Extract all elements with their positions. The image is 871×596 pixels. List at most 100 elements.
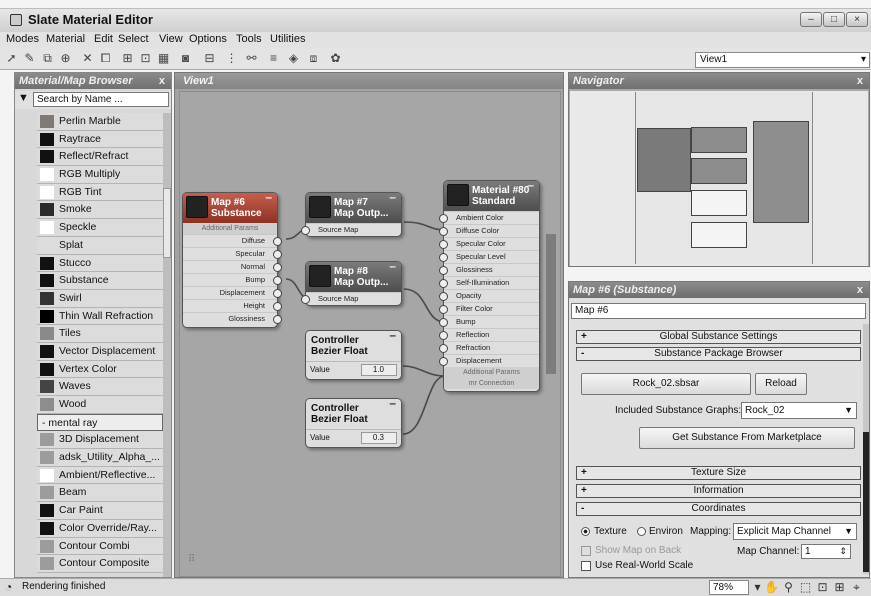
rollout-global-settings[interactable]: + Global Substance Settings [576,330,861,344]
menu-material[interactable]: Material [46,33,85,45]
browser-item[interactable]: Substance [37,272,163,290]
view-select[interactable]: View1 ▾ [695,52,870,68]
assign-material-icon[interactable]: ⊕ [58,51,73,66]
environ-radio[interactable] [637,527,646,536]
browser-item[interactable]: Beam [37,484,163,503]
reload-button[interactable]: Reload [755,373,807,395]
lay-out-icon[interactable]: ⋮ [224,51,239,66]
browser-item[interactable]: Contour Combi [37,537,163,556]
menu-tools[interactable]: Tools [236,33,262,45]
browser-item[interactable]: RGB Tint [37,183,163,202]
node-minimize-button[interactable]: – [389,191,396,203]
browser-item[interactable]: 3D Displacement [37,431,163,450]
zoom-extents-selected-icon[interactable]: ⊞ [832,580,847,595]
menu-view[interactable]: View [159,33,183,45]
real-world-checkbox[interactable] [581,561,591,571]
zoom-field[interactable]: 78% [709,580,749,595]
browser-item[interactable]: Tiles [37,325,163,343]
slot-height[interactable]: Height [183,299,282,312]
mapping-select[interactable]: Explicit Map Channel ▼ [733,523,857,540]
view1-tab[interactable]: View1 [175,73,563,89]
node-mr-connection[interactable]: mr Connection [444,378,539,389]
node-material80[interactable]: Material #80 Standard – Ambient Color Di… [439,179,540,392]
slot-bump[interactable]: Bump [439,315,539,328]
node-map8[interactable]: Map #8 Map Outp... – Source Map [301,260,402,306]
browser-item[interactable]: Swirl [37,289,163,308]
browser-close-button[interactable]: x [159,73,165,89]
pan-hand-icon[interactable]: ✋ [764,580,779,595]
value-spinner[interactable]: 0.3 [361,432,397,444]
show-map-icon[interactable]: ◙ [178,51,193,66]
search-options-icon[interactable]: ▼ [18,92,29,104]
rollout-texture-size[interactable]: + Texture Size [576,466,861,480]
node-map7[interactable]: Map #7 Map Outp... – Source Map [301,191,402,237]
slot-diffuse[interactable]: Diffuse [183,234,282,247]
node-minimize-button[interactable]: – [389,329,396,341]
node-minimize-button[interactable]: – [265,191,272,203]
select-by-material-icon[interactable]: ◈ [286,51,301,66]
hide-icon[interactable]: ▦ [156,51,171,66]
search-input[interactable]: Search by Name ... [33,92,169,107]
parameter-editor-icon[interactable]: ≡ [266,51,281,66]
browser-item[interactable]: Contour Composite [37,555,163,573]
minimize-button[interactable]: – [800,12,822,27]
zoom-region-icon[interactable]: ⬚ [798,580,813,595]
slot-self-illumination[interactable]: Self-Illumination [439,276,539,289]
browser-item[interactable]: Raytrace [37,130,163,149]
node-pan-icon[interactable]: ⧈ [306,51,321,66]
close-button[interactable]: × [846,12,868,27]
navigator-viewport-frame[interactable] [635,92,813,264]
browser-item[interactable]: Color Override/Ray... [37,519,163,538]
select-arrow-icon[interactable]: ➚ [4,51,19,66]
slot-displacement[interactable]: Displacement [183,286,282,299]
delete-icon[interactable]: ✕ [80,51,95,66]
menu-utilities[interactable]: Utilities [270,33,305,45]
background-icon[interactable]: ⊟ [202,51,217,66]
browser-item[interactable]: Thin Wall Refraction [37,307,163,326]
browser-item[interactable]: Reflect/Refract [37,148,163,167]
slot-diffuse-color[interactable]: Diffuse Color [439,224,539,237]
node-additional-params[interactable]: Additional Params [444,367,539,378]
put-material-icon[interactable]: ⧉ [40,51,55,66]
slot-specular-color[interactable]: Specular Color [439,237,539,250]
slot-filter-color[interactable]: Filter Color [439,302,539,315]
browser-item[interactable]: Splat [37,236,163,255]
zoom-icon[interactable]: ⚲ [781,580,796,595]
node-map6-substance[interactable]: Map #6 Substance – Additional Params Dif… [182,191,282,328]
node-minimize-button[interactable]: – [389,397,396,409]
browser-item[interactable]: Waves [37,378,163,396]
value-spinner[interactable]: 1.0 [361,364,397,376]
slot-normal[interactable]: Normal [183,260,282,273]
slot-specular[interactable]: Specular [183,247,282,260]
slot-ambient-color[interactable]: Ambient Color [439,211,539,224]
navigator-view[interactable] [570,91,868,266]
browser-item[interactable]: Smoke [37,201,163,220]
browser-item[interactable]: Vector Displacement [37,342,163,361]
browser-item[interactable]: Stucco [37,254,163,273]
rollout-information[interactable]: + Information [576,484,861,498]
layout-children-icon[interactable]: ⊡ [138,51,153,66]
slot-source-map[interactable]: Source Map [301,292,401,305]
browser-item[interactable]: Perlin Marble [37,113,163,131]
browser-item[interactable]: Vertex Color [37,360,163,379]
node-minimize-button[interactable]: – [389,260,396,272]
move-children-icon[interactable]: ⧠ [98,51,113,66]
zoom-dropdown-icon[interactable]: ▾ [750,580,765,595]
menu-edit[interactable]: Edit [94,33,113,45]
slot-specular-level[interactable]: Specular Level [439,250,539,263]
lay-out-children-icon[interactable]: ⚯ [244,51,259,66]
node-subheader[interactable]: Additional Params [183,223,277,234]
rollout-package-browser[interactable]: - Substance Package Browser [576,347,861,361]
map-name-field[interactable]: Map #6 [571,303,866,319]
slot-bump[interactable]: Bump [183,273,282,286]
show-map-checkbox[interactable] [581,546,591,556]
rollout-coordinates[interactable]: - Coordinates [576,502,861,516]
browser-scrollbar[interactable] [163,113,171,577]
browser-item[interactable]: adsk_Utility_Alpha_... [37,449,163,467]
zoom-extents-icon[interactable]: ⊡ [815,580,830,595]
params-scroll-thumb[interactable] [863,432,869,572]
params-close-button[interactable]: x [857,282,863,298]
graphs-select[interactable]: Rock_02 ▼ [741,402,857,419]
eyedropper-icon[interactable]: ✎ [22,51,37,66]
browser-item[interactable]: Car Paint [37,502,163,520]
